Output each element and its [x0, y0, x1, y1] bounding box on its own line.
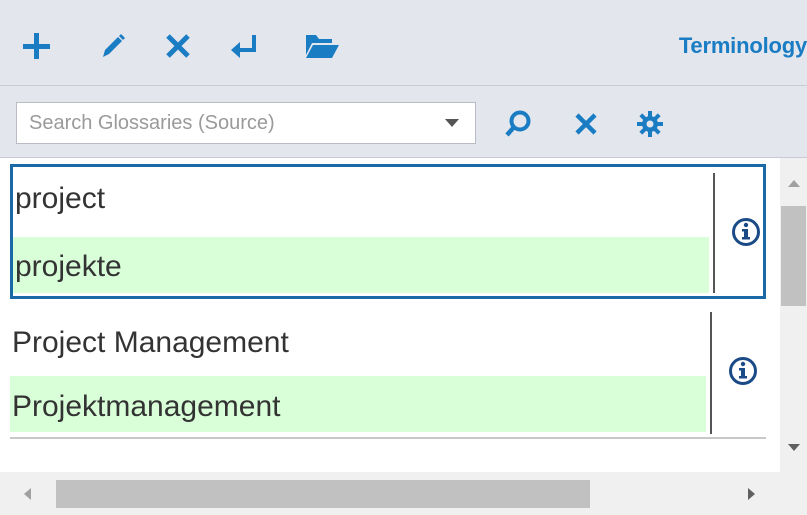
scrollbar-corner — [780, 472, 807, 515]
results-list: project projekte Project Management Proj… — [0, 158, 780, 472]
edit-button[interactable] — [90, 22, 134, 70]
info-icon[interactable] — [731, 217, 761, 247]
toolbar: Terminology — [0, 0, 807, 86]
plus-icon — [23, 33, 50, 59]
folder-open-icon — [306, 35, 339, 58]
add-button[interactable] — [14, 22, 58, 70]
divider — [713, 173, 715, 293]
info-icon[interactable] — [728, 356, 758, 386]
term-source: Project Management — [12, 326, 289, 359]
chevron-down-icon[interactable] — [445, 119, 459, 127]
scroll-down-icon[interactable] — [788, 444, 800, 451]
delete-button[interactable] — [156, 22, 200, 70]
panel-title: Terminology — [678, 33, 807, 58]
pencil-icon — [103, 34, 125, 57]
search-input[interactable] — [17, 103, 417, 143]
scroll-up-icon[interactable] — [788, 180, 800, 187]
horizontal-scrollbar[interactable] — [0, 472, 780, 515]
settings-icon — [637, 111, 663, 137]
close-icon — [166, 34, 190, 58]
divider — [710, 312, 712, 434]
clear-search-button[interactable] — [566, 104, 606, 144]
search-bar — [0, 86, 807, 158]
row-divider — [10, 437, 766, 439]
scroll-right-icon[interactable] — [748, 488, 755, 500]
open-glossary-button[interactable] — [300, 22, 344, 70]
list-item[interactable]: project projekte — [10, 164, 766, 299]
term-target: projekte — [13, 237, 709, 293]
insert-button[interactable] — [222, 22, 266, 70]
term-source: project — [15, 182, 106, 215]
search-icon — [505, 110, 531, 137]
horizontal-scroll-thumb[interactable] — [56, 480, 590, 508]
vertical-scrollbar[interactable] — [780, 158, 807, 472]
vertical-scroll-thumb[interactable] — [781, 206, 806, 306]
term-target: Projektmanagement — [10, 376, 706, 432]
search-button[interactable] — [498, 104, 538, 144]
scroll-left-icon[interactable] — [24, 488, 31, 500]
return-icon — [231, 35, 256, 58]
search-settings-button[interactable] — [630, 104, 670, 144]
clear-icon — [575, 113, 597, 135]
list-item[interactable]: Project Management Projektmanagement — [10, 308, 766, 438]
search-combobox[interactable] — [16, 102, 476, 144]
